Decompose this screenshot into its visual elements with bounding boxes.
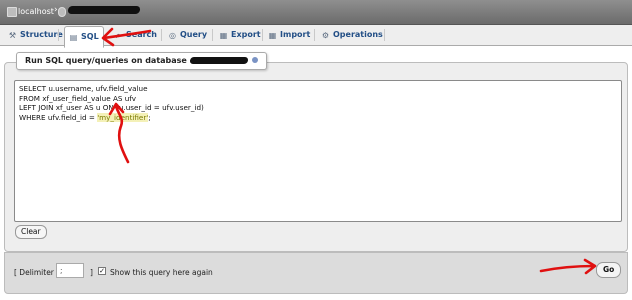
sql-where-clause: WHERE ufv.field_id =	[19, 112, 98, 122]
show-query-checkbox[interactable]: ✓	[98, 267, 106, 275]
delimiter-label: [ Delimiter	[14, 268, 54, 277]
database-icon	[58, 7, 66, 17]
tab-import[interactable]: ▦ Import	[268, 25, 311, 45]
panel-legend-text: Run SQL query/queries on database	[25, 56, 187, 65]
sql-line: WHERE ufv.field_id = 'my_identifier';	[19, 112, 617, 123]
show-query-label: Show this query here again	[110, 268, 213, 277]
delimiter-bracket: ]	[90, 268, 93, 277]
sql-terminator: ;	[148, 112, 151, 122]
import-icon: ▦	[268, 31, 277, 40]
tab-operations[interactable]: ⚙ Operations	[321, 25, 383, 45]
help-icon[interactable]	[251, 57, 258, 63]
tab-divider	[212, 29, 213, 41]
tab-divider	[314, 29, 315, 41]
search-icon: ⌕	[116, 31, 121, 40]
sql-string-literal: 'my_identifier'	[97, 112, 149, 122]
tab-label: SQL	[81, 32, 99, 41]
clear-button[interactable]: Clear	[15, 225, 47, 239]
redaction-scribble	[67, 6, 141, 14]
tab-sql[interactable]: ▤ SQL	[64, 26, 104, 48]
tab-label: Structure	[20, 30, 63, 39]
tab-label: Import	[280, 30, 311, 39]
sql-icon: ▤	[69, 33, 78, 42]
tab-search[interactable]: ⌕ Search	[114, 25, 157, 45]
tab-export[interactable]: ▦ Export	[219, 25, 261, 45]
breadcrumb-server[interactable]: localhost	[18, 7, 54, 16]
tab-divider	[161, 29, 162, 41]
tab-divider	[384, 29, 385, 41]
tab-label: Operations	[333, 30, 383, 39]
tab-label: Search	[126, 30, 157, 39]
go-button[interactable]: Go	[596, 262, 622, 278]
tab-label: Export	[231, 30, 261, 39]
tab-label: Query	[180, 30, 208, 39]
tab-query[interactable]: ◎ Query	[168, 25, 207, 45]
tab-structure[interactable]: ⚒ Structure	[8, 25, 63, 45]
sql-query-textarea[interactable]: SELECT u.username, ufv.field_value FROM …	[14, 80, 622, 222]
structure-icon: ⚒	[8, 31, 17, 40]
delimiter-input[interactable]: ;	[56, 263, 84, 278]
tab-divider	[58, 29, 59, 41]
sql-line: LEFT JOIN xf_user AS u ON (u.user_id = u…	[19, 103, 204, 112]
panel-legend: Run SQL query/queries on database	[16, 52, 267, 70]
redaction-scribble	[189, 57, 249, 64]
export-icon: ▦	[219, 31, 228, 40]
operations-icon: ⚙	[321, 31, 330, 40]
sql-line: SELECT u.username, ufv.field_value	[19, 84, 148, 93]
sql-line: FROM xf_user_field_value AS ufv	[19, 93, 137, 103]
breadcrumb-database-redacted[interactable]	[67, 6, 141, 16]
breadcrumb: localhost ›	[0, 0, 632, 25]
server-icon	[7, 7, 17, 17]
tab-divider	[262, 29, 263, 41]
query-icon: ◎	[169, 31, 176, 40]
tab-bar: ⚒ Structure ▤ SQL ⌕ Search ◎ Query ▦ Export ▦…	[0, 25, 632, 48]
